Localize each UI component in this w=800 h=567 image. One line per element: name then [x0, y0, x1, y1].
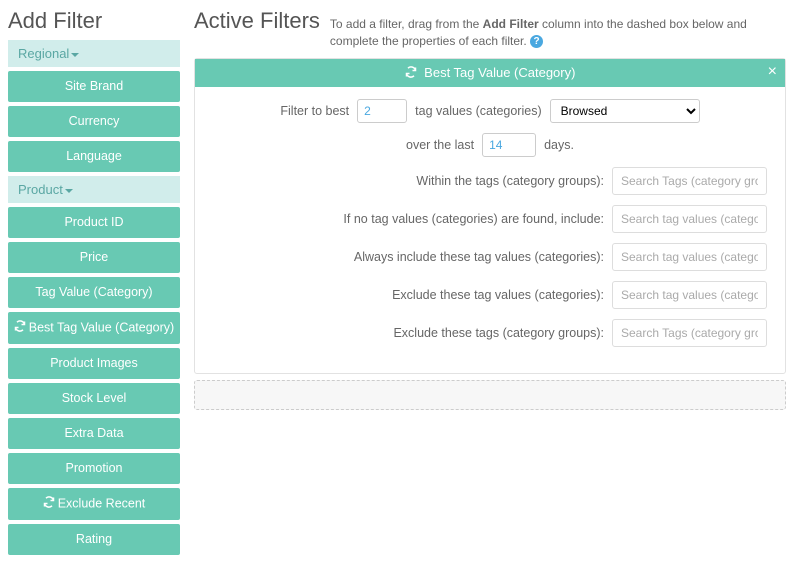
always-include-input[interactable]	[612, 243, 767, 271]
card-title: Best Tag Value (Category)	[424, 65, 575, 80]
main-header: Active Filters To add a filter, drag fro…	[194, 8, 786, 50]
filter-item-label: Rating	[76, 532, 112, 546]
page-description: To add a filter, drag from the Add Filte…	[330, 16, 786, 50]
label-exclude-tags: Exclude these tags (category groups):	[393, 326, 604, 340]
filter-item-product-images[interactable]: Product Images	[8, 348, 180, 379]
form-row-within-tags: Within the tags (category groups):	[213, 167, 767, 195]
refresh-icon	[405, 66, 417, 81]
filter-item-site-brand[interactable]: Site Brand	[8, 71, 180, 102]
form-row-best-count: Filter to best tag values (categories) B…	[213, 99, 767, 123]
refresh-icon	[43, 496, 55, 512]
chevron-down-icon	[71, 53, 79, 57]
within-tags-input[interactable]	[612, 167, 767, 195]
label-always-include: Always include these tag values (categor…	[354, 250, 604, 264]
desc-bold: Add Filter	[483, 17, 539, 31]
filter-item-language[interactable]: Language	[8, 141, 180, 172]
filter-item-label: Product Images	[50, 356, 138, 370]
section-header-product[interactable]: Product	[8, 176, 180, 203]
exclude-values-input[interactable]	[612, 281, 767, 309]
form-row-exclude-tags: Exclude these tags (category groups):	[213, 319, 767, 347]
filter-item-currency[interactable]: Currency	[8, 106, 180, 137]
filter-item-product-id[interactable]: Product ID	[8, 207, 180, 238]
behavior-select[interactable]: Browsed	[550, 99, 700, 123]
filter-item-extra-data[interactable]: Extra Data	[8, 418, 180, 449]
label-fallback-include: If no tag values (categories) are found,…	[343, 212, 604, 226]
filter-dropzone[interactable]	[194, 380, 786, 410]
label-over-last: over the last	[406, 138, 474, 152]
label-within-tags: Within the tags (category groups):	[416, 174, 604, 188]
exclude-tags-input[interactable]	[612, 319, 767, 347]
form-row-always-include: Always include these tag values (categor…	[213, 243, 767, 271]
section-header-regional[interactable]: Regional	[8, 40, 180, 67]
filter-item-price[interactable]: Price	[8, 242, 180, 273]
filter-item-label: Product ID	[64, 215, 123, 229]
filter-item-best-tag-value[interactable]: Best Tag Value (Category)	[8, 312, 180, 344]
form-row-exclude-values: Exclude these tag values (categories):	[213, 281, 767, 309]
close-icon[interactable]: ×	[768, 63, 777, 81]
label-days: days.	[544, 138, 574, 152]
help-icon[interactable]: ?	[530, 35, 543, 48]
filter-item-promotion[interactable]: Promotion	[8, 453, 180, 484]
sidebar-title: Add Filter	[8, 8, 180, 34]
label-filter-to-best: Filter to best	[280, 104, 349, 118]
chevron-down-icon	[65, 189, 73, 193]
filter-item-rating[interactable]: Rating	[8, 524, 180, 555]
best-count-input[interactable]	[357, 99, 407, 123]
filter-item-tag-value[interactable]: Tag Value (Category)	[8, 277, 180, 308]
filter-item-label: Best Tag Value (Category)	[29, 320, 174, 334]
filter-item-label: Site Brand	[65, 79, 123, 93]
filter-item-exclude-recent[interactable]: Exclude Recent	[8, 488, 180, 520]
filter-item-label: Language	[66, 149, 122, 163]
filter-item-label: Tag Value (Category)	[35, 285, 152, 299]
form-row-fallback-include: If no tag values (categories) are found,…	[213, 205, 767, 233]
label-tag-values: tag values (categories)	[415, 104, 541, 118]
card-body: Filter to best tag values (categories) B…	[195, 87, 785, 373]
active-filters-main: Active Filters To add a filter, drag fro…	[186, 0, 800, 567]
filter-item-label: Currency	[69, 114, 120, 128]
filter-card-best-tag-value: Best Tag Value (Category) × Filter to be…	[194, 58, 786, 374]
card-header[interactable]: Best Tag Value (Category) ×	[195, 59, 785, 87]
filter-item-stock-level[interactable]: Stock Level	[8, 383, 180, 414]
add-filter-sidebar: Add Filter Regional Site Brand Currency …	[0, 0, 186, 567]
form-row-days: over the last days.	[213, 133, 767, 157]
filter-item-label: Stock Level	[62, 391, 127, 405]
filter-item-label: Price	[80, 250, 108, 264]
desc-text: To add a filter, drag from the	[330, 17, 483, 31]
refresh-icon	[14, 320, 26, 336]
label-exclude-values: Exclude these tag values (categories):	[392, 288, 604, 302]
section-label: Product	[18, 182, 63, 197]
days-input[interactable]	[482, 133, 536, 157]
section-label: Regional	[18, 46, 69, 61]
filter-item-label: Extra Data	[64, 426, 123, 440]
fallback-include-input[interactable]	[612, 205, 767, 233]
filter-item-label: Exclude Recent	[58, 496, 146, 510]
page-title: Active Filters	[194, 8, 320, 34]
filter-item-label: Promotion	[66, 461, 123, 475]
